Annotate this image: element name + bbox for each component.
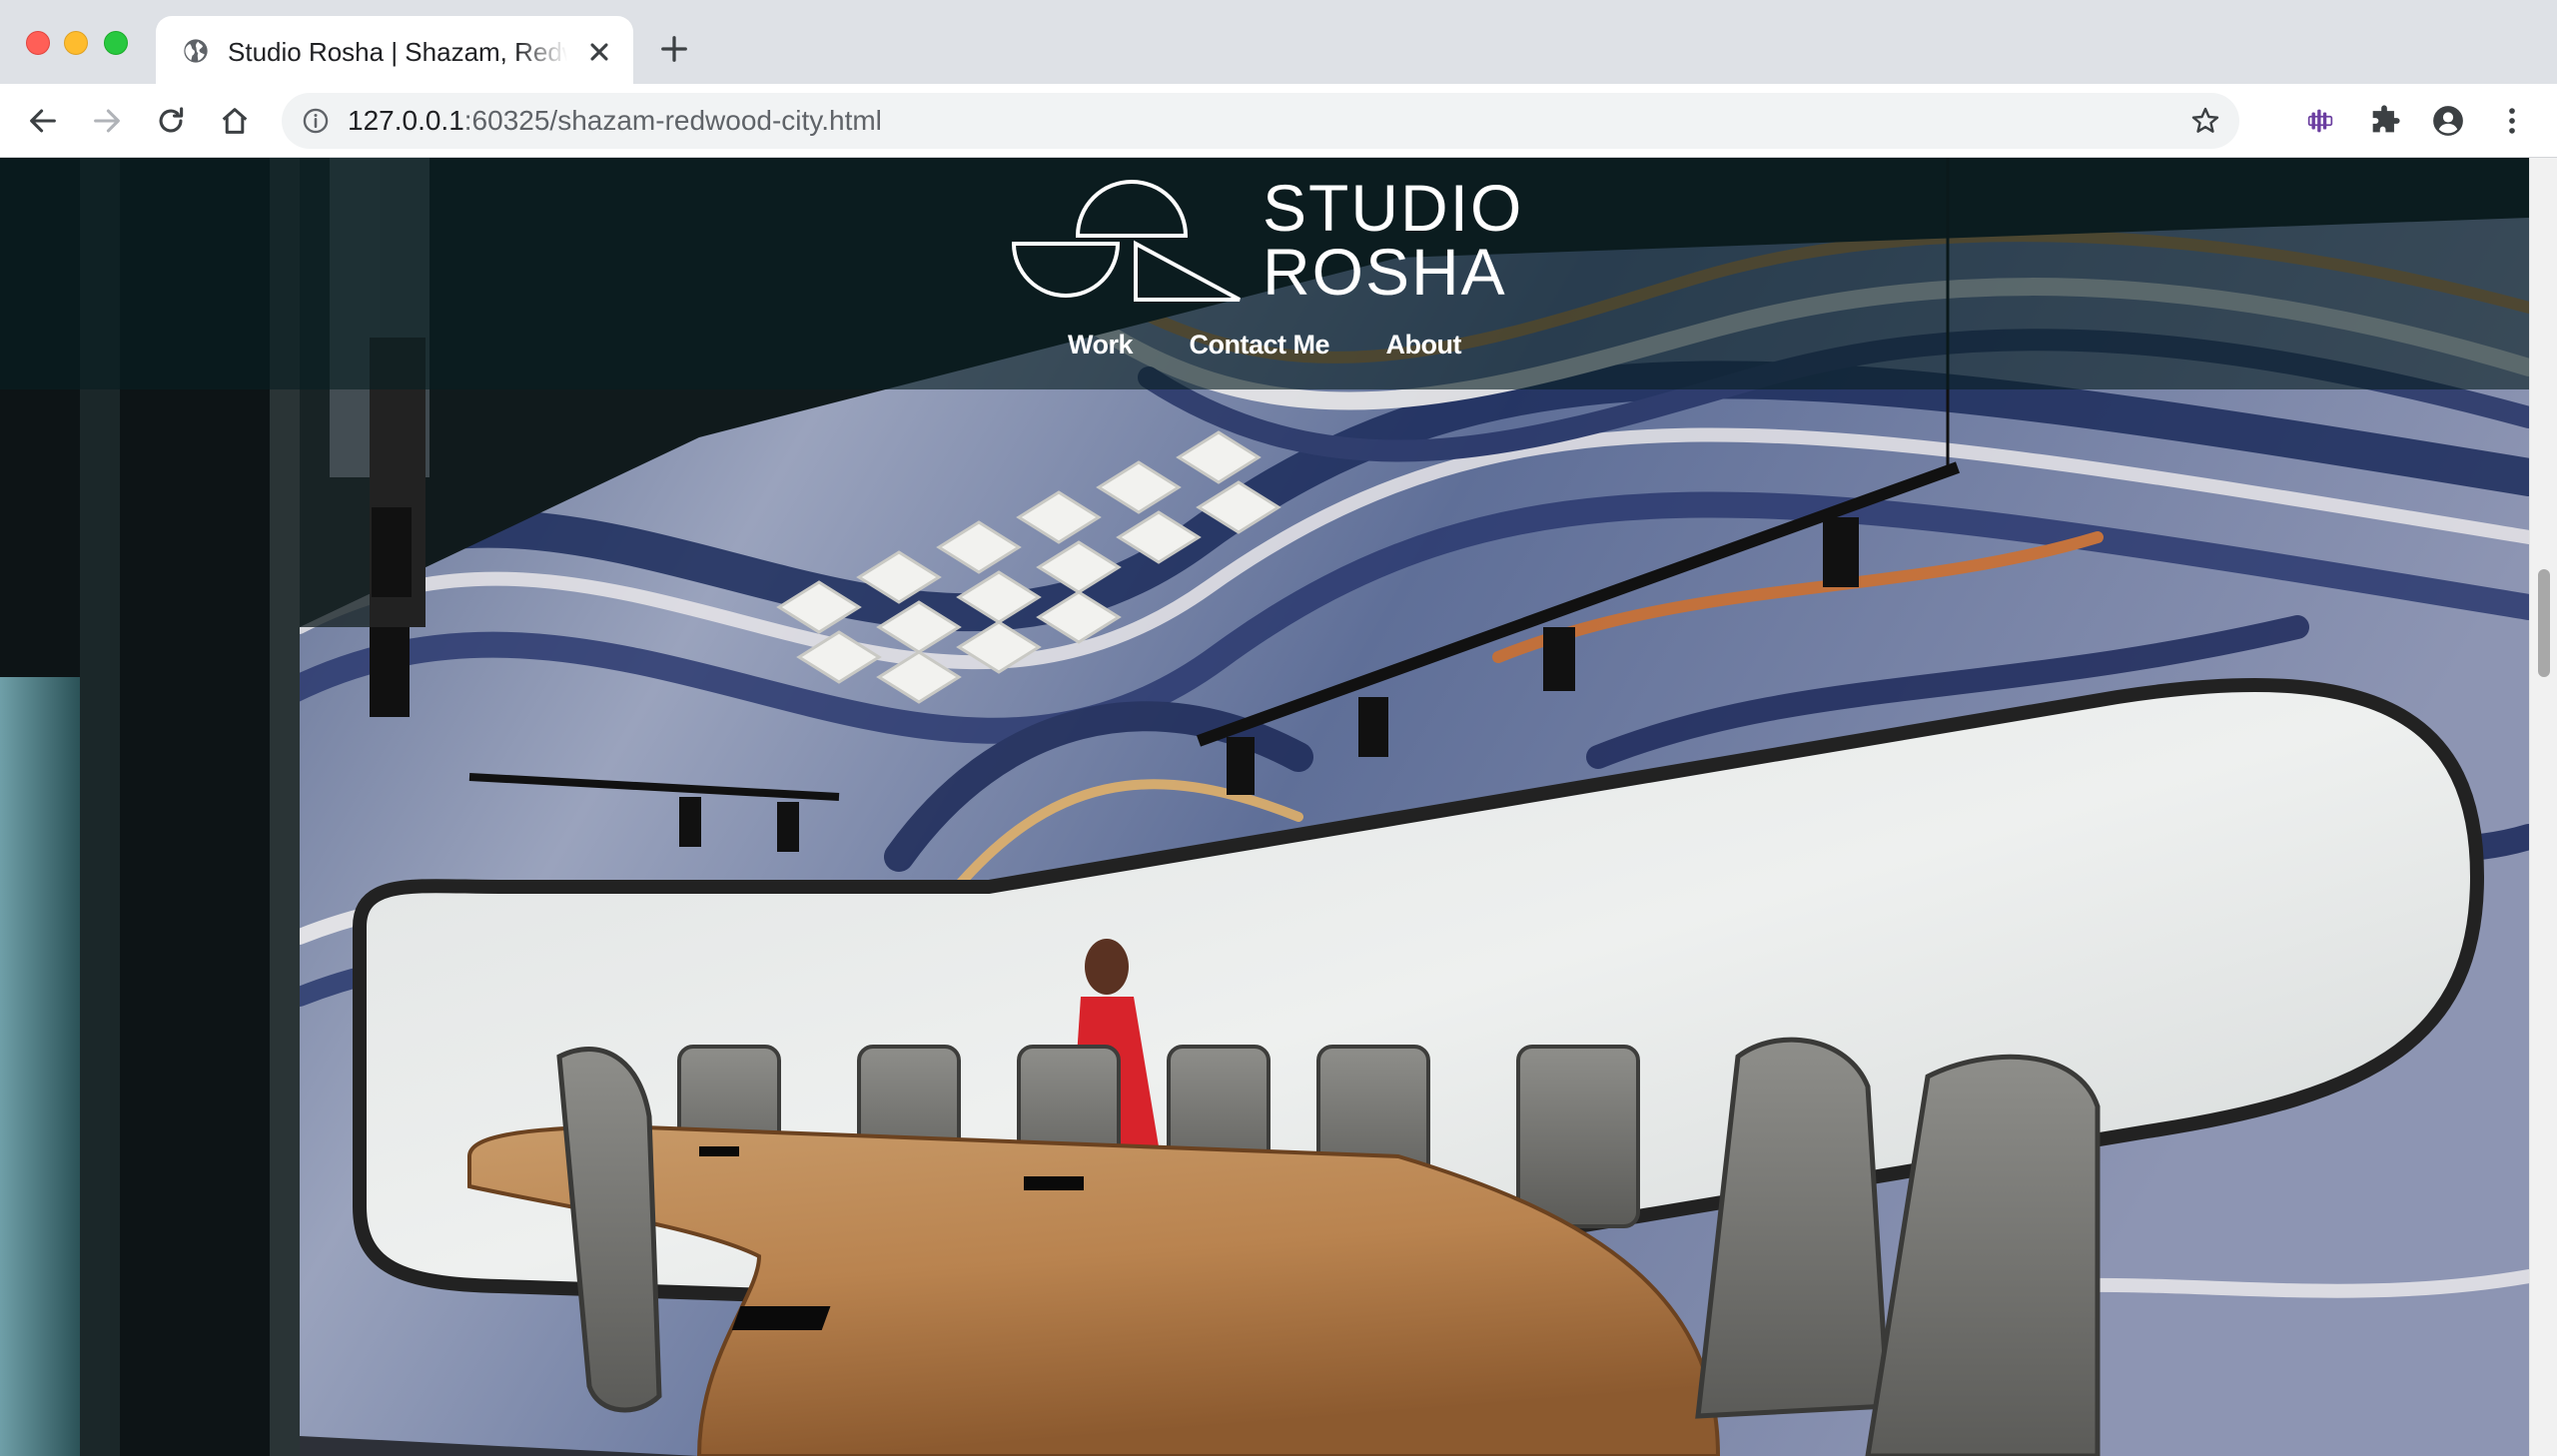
studio-rosha-logo[interactable]: STUDIO ROSHA <box>1007 171 1546 309</box>
puzzle-extensions-icon[interactable] <box>2367 104 2401 138</box>
profile-avatar-icon[interactable] <box>2431 104 2465 138</box>
browser-tab-active[interactable]: Studio Rosha | Shazam, Redwood City <box>156 16 633 84</box>
maximize-window-button[interactable] <box>104 31 128 55</box>
page-viewport: STUDIO ROSHA Work Contact Me About <box>0 158 2557 1456</box>
logo-mark-icon <box>1012 180 1241 302</box>
address-bar[interactable]: 127.0.0.1:60325/shazam-redwood-city.html <box>282 93 2239 149</box>
more-menu-icon[interactable] <box>2495 104 2529 138</box>
new-tab-icon[interactable] <box>659 34 689 64</box>
logo-line-rosha: ROSHA <box>1263 235 1507 309</box>
forward-arrow-icon[interactable] <box>90 104 124 138</box>
nav-about[interactable]: About <box>1385 330 1461 361</box>
nav-contact-me[interactable]: Contact Me <box>1190 330 1330 361</box>
extension-app-icon[interactable] <box>2303 104 2337 138</box>
site-info-icon[interactable] <box>302 107 330 135</box>
reload-icon[interactable] <box>154 104 188 138</box>
url-text[interactable]: 127.0.0.1:60325/shazam-redwood-city.html <box>348 105 882 137</box>
logo-line-studio: STUDIO <box>1263 171 1524 245</box>
home-icon[interactable] <box>218 104 252 138</box>
logo-wordmark: STUDIO ROSHA <box>1263 171 1524 309</box>
scrollbar-thumb[interactable] <box>2538 569 2550 677</box>
globe-icon <box>184 39 208 63</box>
main-nav: Work Contact Me About <box>0 330 2529 361</box>
url-host: 127.0.0.1 <box>348 105 464 136</box>
browser-toolbar: 127.0.0.1:60325/shazam-redwood-city.html <box>0 84 2557 158</box>
tab-title: Studio Rosha | Shazam, Redwood City <box>228 37 567 67</box>
back-arrow-icon[interactable] <box>26 104 60 138</box>
minimize-window-button[interactable] <box>64 31 88 55</box>
url-path: :60325/shazam-redwood-city.html <box>463 105 882 136</box>
bookmark-star-icon[interactable] <box>2189 105 2221 137</box>
browser-tabstrip: Studio Rosha | Shazam, Redwood City <box>0 0 2557 84</box>
nav-work[interactable]: Work <box>1068 330 1134 361</box>
close-tab-icon[interactable] <box>585 38 613 66</box>
site-header: STUDIO ROSHA Work Contact Me About <box>0 158 2529 389</box>
close-window-button[interactable] <box>26 31 50 55</box>
vertical-scrollbar[interactable] <box>2529 158 2557 1456</box>
